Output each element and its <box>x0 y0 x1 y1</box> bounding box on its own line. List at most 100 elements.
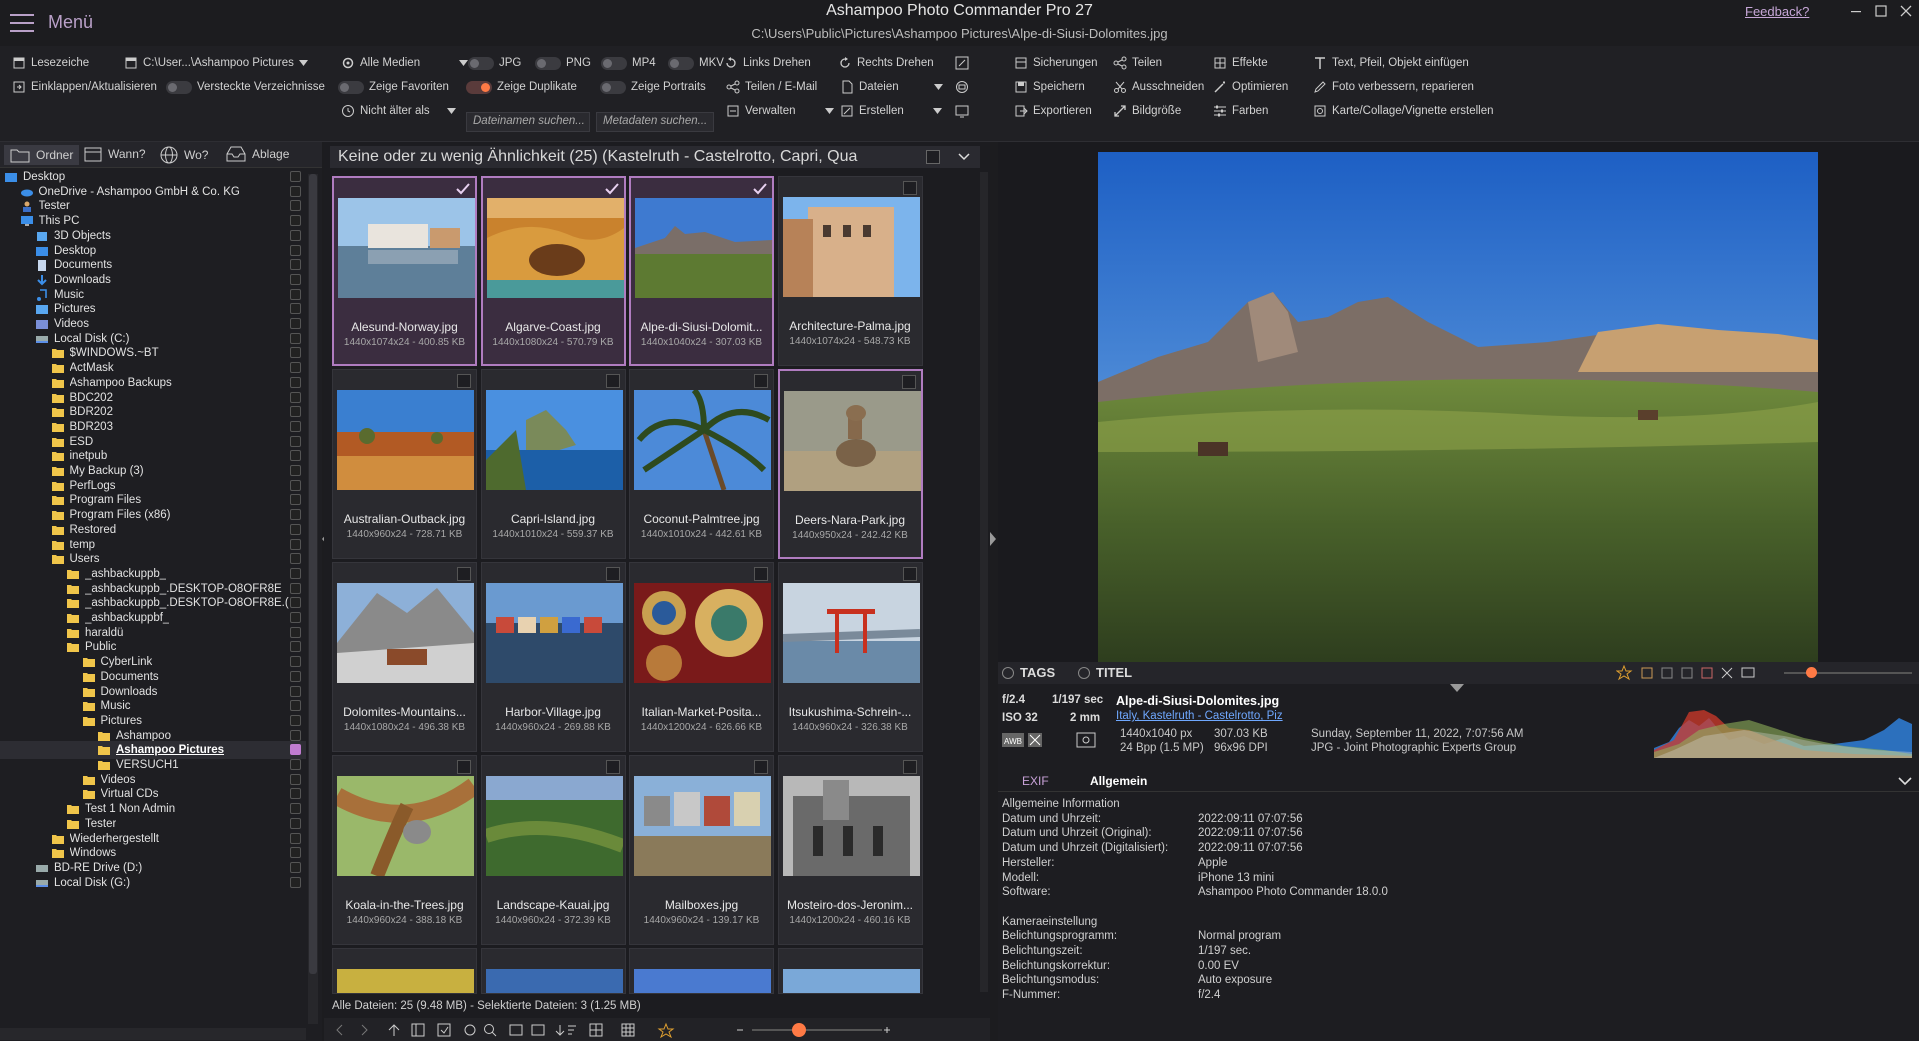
chevron-down-icon[interactable] <box>958 153 970 161</box>
similarity-group-header[interactable]: Keine oder zu wenig Ähnlichkeit (25) (Ka… <box>330 146 980 168</box>
filename-search-input[interactable]: Dateinamen suchen... <box>466 112 590 132</box>
thumbnail-item[interactable]: Mosteiro-dos-Jeronim... 1440x1200x24 - 46… <box>777 755 923 945</box>
tree-item-checkbox[interactable] <box>290 391 301 403</box>
tree-item-checkbox[interactable] <box>290 729 301 741</box>
save-button[interactable]: Speichern <box>1014 76 1085 98</box>
thumbnail-checkbox[interactable] <box>457 760 471 774</box>
rating-icons[interactable] <box>1616 665 1776 681</box>
tree-item-checkbox[interactable] <box>290 450 301 462</box>
tree-horizontal-scrollbar[interactable] <box>0 1028 306 1040</box>
thumbnail-item[interactable]: Koala-in-the-Trees.jpg 1440x960x24 - 388.… <box>332 755 477 945</box>
checkmark-icon[interactable] <box>604 182 619 196</box>
tree-item-checkbox[interactable] <box>290 788 301 800</box>
thumbnail-item[interactable]: Dolomites-Mountains... 1440x1080x24 - 496… <box>332 562 477 752</box>
image-size-button[interactable]: Bildgröße <box>1113 100 1181 122</box>
cut-button[interactable]: Ausschneiden <box>1113 76 1204 98</box>
tree-item-checkbox[interactable] <box>290 553 301 565</box>
thumbnail-checkbox[interactable] <box>902 760 917 774</box>
manage-combo[interactable]: Verwalten <box>726 100 834 122</box>
mp4-switch[interactable] <box>601 56 627 70</box>
tree-item-checkbox[interactable] <box>290 876 301 888</box>
thumbnail-checkbox[interactable] <box>457 567 471 581</box>
card-collage-button[interactable]: Karte/Collage/Vignette erstellen <box>1313 100 1494 122</box>
thumbnail-checkbox[interactable] <box>902 567 917 581</box>
tab-where[interactable]: Wo? <box>160 146 208 164</box>
zoom-slider-handle[interactable] <box>792 1023 806 1037</box>
files-combo[interactable]: Dateien <box>840 76 943 98</box>
title-radio[interactable] <box>1078 667 1090 679</box>
tags-radio[interactable] <box>1002 667 1014 679</box>
tab-folders[interactable]: Ordner <box>4 145 80 165</box>
tree-item-checkbox[interactable] <box>290 582 301 594</box>
favorites-switch[interactable] <box>338 80 364 94</box>
group-checkbox[interactable] <box>926 150 940 164</box>
tab-general[interactable]: Allgemein <box>1090 774 1147 788</box>
tree-item-checkbox[interactable] <box>290 435 301 447</box>
tree-item-checkbox[interactable] <box>290 803 301 815</box>
preview-image[interactable] <box>1098 152 1818 672</box>
print-icon[interactable] <box>955 80 969 94</box>
tree-item-checkbox[interactable] <box>290 597 301 609</box>
tree-item-checkbox[interactable] <box>290 288 301 300</box>
create-combo[interactable]: Erstellen <box>840 100 942 122</box>
jpg-switch[interactable] <box>468 56 494 70</box>
preview-zoom-handle[interactable] <box>1806 667 1817 678</box>
thumbnail-item[interactable]: Landscape-Kauai.jpg 1440x960x24 - 372.39 … <box>480 755 626 945</box>
tree-scrollbar-thumb[interactable] <box>309 174 317 974</box>
tree-item-checkbox[interactable] <box>290 406 301 418</box>
tree-item-checkbox[interactable] <box>290 259 301 271</box>
png-switch[interactable] <box>535 56 561 70</box>
thumbnail-checkbox[interactable] <box>754 760 768 774</box>
tree-item-checkbox[interactable] <box>290 229 301 241</box>
minimize-icon[interactable] <box>1845 2 1867 20</box>
mkv-toggle[interactable]: MKV <box>668 52 724 74</box>
thumbnail-item[interactable]: Deers-Nara-Park.jpg 1440x950x24 - 242.42 … <box>777 369 923 559</box>
share-button[interactable]: Teilen <box>1113 52 1162 74</box>
tree-item-checkbox[interactable] <box>290 832 301 844</box>
insert-text-button[interactable]: Text, Pfeil, Objekt einfügen <box>1313 52 1469 74</box>
thumbnail-item[interactable]: Mailboxes.jpg 1440x960x24 - 139.17 KB <box>629 755 774 945</box>
thumbnail-item-partial[interactable] <box>332 948 477 994</box>
grid-scrollbar[interactable] <box>980 172 988 992</box>
thumbnail-item[interactable]: Algarve-Coast.jpg 1440x1080x24 - 570.79 K… <box>480 176 626 366</box>
preview-zoom-track[interactable] <box>1784 672 1912 674</box>
tree-item-checkbox[interactable] <box>290 420 301 432</box>
thumbnail-checkbox[interactable] <box>605 567 620 581</box>
slideshow-icon[interactable] <box>955 104 969 118</box>
tree-item-checkbox[interactable] <box>290 817 301 829</box>
checkmark-icon[interactable] <box>456 182 470 196</box>
effects-button[interactable]: Effekte <box>1213 52 1268 74</box>
portraits-switch[interactable] <box>600 80 626 94</box>
thumbnail-checkbox[interactable] <box>754 567 768 581</box>
path-combo[interactable]: C:\User...\Ashampoo Pictures <box>124 52 308 74</box>
thumbnail-checkbox[interactable] <box>901 375 916 389</box>
hidden-dirs-toggle[interactable]: Versteckte Verzeichnisse <box>166 76 325 98</box>
tree-item-checkbox[interactable] <box>290 273 301 285</box>
tree-item-checkbox[interactable] <box>290 509 301 521</box>
thumbnail-item[interactable]: Alpe-di-Siusi-Dolomit... 1440x1040x24 - 3… <box>629 176 774 366</box>
bookmarks-button[interactable]: Lesezeichen <box>12 52 89 74</box>
tree-item-checkbox[interactable] <box>290 670 301 682</box>
tree-item-checkbox[interactable] <box>290 332 301 344</box>
thumbnail-item[interactable]: Italian-Market-Posita... 1440x1200x24 - 6… <box>629 562 774 752</box>
tree-item-checkbox[interactable] <box>290 861 301 873</box>
tree-item-checkbox[interactable] <box>290 700 301 712</box>
tree-item-checkbox[interactable] <box>290 759 301 770</box>
collapse-right-icon[interactable] <box>990 532 996 546</box>
thumbnail-item[interactable]: Alesund-Norway.jpg 1440x1074x24 - 400.85 … <box>332 176 477 366</box>
share-email-button[interactable]: Teilen / E-Mail <box>726 76 817 98</box>
feedback-link[interactable]: Feedback? <box>1745 4 1809 19</box>
tree-item-checkbox[interactable] <box>290 641 301 653</box>
tab-storage[interactable]: Ablage <box>226 146 289 162</box>
tags-label[interactable]: TAGS <box>1020 665 1055 680</box>
tree-item-checkbox[interactable] <box>290 479 301 491</box>
chevron-down-icon[interactable] <box>1898 776 1912 786</box>
location-link[interactable]: Italy, Kastelruth - Castelrotto, Piz <box>1116 710 1283 722</box>
duplicates-switch[interactable] <box>466 80 492 94</box>
tree-item-checkbox[interactable] <box>290 773 301 785</box>
thumbnail-item[interactable]: Coconut-Palmtree.jpg 1440x1010x24 - 442.6… <box>629 369 774 559</box>
checkmark-icon[interactable] <box>753 182 767 196</box>
export-button[interactable]: Exportieren <box>1014 100 1092 122</box>
tree-item-checkbox[interactable] <box>290 171 301 182</box>
tree-item-checkbox[interactable] <box>290 376 301 388</box>
